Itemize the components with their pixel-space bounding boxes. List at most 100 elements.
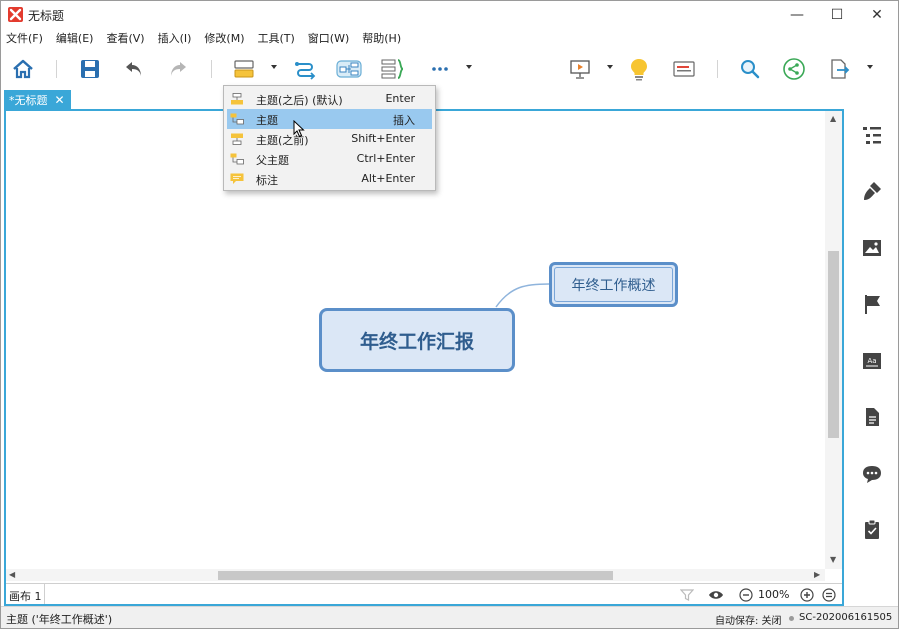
home-icon: [13, 59, 33, 79]
close-window-button[interactable]: ✕: [854, 1, 899, 28]
svg-text:Aa: Aa: [867, 357, 876, 365]
minimize-icon: —: [790, 6, 804, 23]
selection-status: 主题 ('年终工作概述'): [6, 613, 113, 626]
menu-item-shortcut: Shift+Enter: [351, 132, 415, 145]
menu-item-label: 父主题: [256, 154, 289, 167]
scroll-right-icon[interactable]: ▶: [814, 570, 820, 579]
marker-flag-icon[interactable]: [861, 293, 883, 315]
menu-item-topic-after[interactable]: 主题(之后) (默认) Enter: [227, 89, 432, 109]
gantt-button[interactable]: [669, 54, 699, 84]
vertical-scrollbar[interactable]: ▲ ▼: [825, 111, 842, 569]
summary-button[interactable]: [378, 54, 408, 84]
horizontal-scrollbar[interactable]: ◀ ▶: [6, 569, 825, 581]
horizontal-scroll-thumb[interactable]: [218, 571, 613, 580]
presentation-icon: [570, 60, 590, 79]
menu-item-parent-topic[interactable]: 父主题 Ctrl+Enter: [227, 149, 432, 169]
undo-button[interactable]: [119, 54, 149, 84]
home-button[interactable]: [8, 54, 38, 84]
central-topic[interactable]: 年终工作汇报: [319, 308, 515, 372]
presentation-button[interactable]: [565, 54, 595, 84]
tab-label: *无标题: [9, 94, 48, 107]
share-icon: [783, 58, 805, 80]
scroll-up-icon[interactable]: ▲: [830, 114, 836, 123]
right-sidebar: Aa: [847, 109, 898, 606]
note-document-icon[interactable]: [861, 406, 883, 428]
brainstorm-button[interactable]: [624, 54, 654, 84]
sheet-tab[interactable]: 画布 1: [9, 588, 42, 604]
filter-icon[interactable]: [680, 588, 694, 602]
menu-file[interactable]: 文件(F): [6, 30, 43, 46]
save-icon: [81, 60, 99, 78]
app-window: 无标题 — ☐ ✕ 文件(F) 编辑(E) 查看(V) 插入(I) 修改(M) …: [0, 0, 899, 629]
relationship-button[interactable]: [290, 54, 320, 84]
lightbulb-icon: [631, 59, 647, 81]
topic-after-icon: [231, 93, 243, 105]
zoom-level: 100%: [758, 588, 790, 601]
window-title: 无标题: [28, 9, 65, 23]
boundary-icon: [336, 60, 362, 78]
menu-view[interactable]: 查看(V): [106, 30, 144, 46]
task-clipboard-icon[interactable]: [861, 518, 883, 540]
save-button[interactable]: [75, 54, 105, 84]
autosave-status[interactable]: 自动保存: 关闭: [715, 612, 782, 627]
menu-insert[interactable]: 插入(I): [158, 30, 192, 46]
close-tab-icon[interactable]: ✕: [55, 93, 65, 107]
search-icon: [741, 60, 760, 79]
sticker-text-icon[interactable]: Aa: [861, 350, 883, 372]
search-button[interactable]: [735, 54, 765, 84]
toolbar: [1, 48, 898, 90]
zoom-out-icon[interactable]: [739, 588, 753, 602]
comment-icon[interactable]: [861, 463, 883, 485]
menu-item-topic[interactable]: 主题 插入: [227, 109, 432, 129]
outline-icon[interactable]: [861, 124, 883, 146]
undo-icon: [126, 62, 141, 76]
menu-item-shortcut: 插入: [393, 114, 415, 127]
boundary-button[interactable]: [334, 54, 364, 84]
callout-icon: [230, 173, 244, 184]
relationship-icon: [295, 62, 316, 80]
eye-icon[interactable]: [708, 589, 724, 601]
menu-bar: 文件(F) 编辑(E) 查看(V) 插入(I) 修改(M) 工具(T) 窗口(W…: [1, 28, 898, 48]
export-dropdown-icon[interactable]: [867, 65, 873, 69]
scroll-left-icon[interactable]: ◀: [9, 570, 15, 579]
export-button[interactable]: [824, 54, 854, 84]
title-bar: 无标题 — ☐ ✕: [1, 1, 898, 28]
topic-icon: [234, 60, 254, 78]
close-icon: ✕: [871, 6, 883, 23]
more-dropdown-icon[interactable]: [466, 65, 472, 69]
insert-topic-menu: 主题(之后) (默认) Enter 主题 插入 主题(之前) Shift+Ent…: [223, 85, 436, 191]
menu-item-topic-before[interactable]: 主题(之前) Shift+Enter: [227, 129, 432, 149]
maximize-icon: ☐: [830, 6, 844, 23]
zoom-in-icon[interactable]: [800, 588, 814, 602]
insert-topic-dropdown-icon[interactable]: [271, 65, 277, 69]
menu-tools[interactable]: 工具(T): [257, 30, 294, 46]
redo-button[interactable]: [163, 54, 193, 84]
gantt-icon: [673, 61, 695, 77]
menu-edit[interactable]: 编辑(E): [56, 30, 94, 46]
more-button[interactable]: [425, 54, 455, 84]
status-dot-icon: [789, 616, 794, 621]
menu-window[interactable]: 窗口(W): [308, 30, 349, 46]
subtopic-icon: [230, 113, 244, 125]
image-icon[interactable]: [861, 237, 883, 259]
share-button[interactable]: [779, 54, 809, 84]
export-icon: [831, 59, 850, 79]
status-bar: 主题 ('年终工作概述') 自动保存: 关闭 SC-202006161505: [1, 606, 898, 628]
insert-topic-button[interactable]: [229, 54, 259, 84]
menu-item-label: 标注: [256, 174, 278, 187]
vertical-scroll-thumb[interactable]: [828, 251, 839, 438]
xmind-logo-icon: [8, 7, 23, 22]
canvas-status-bar: 画布 1 100%: [6, 583, 842, 604]
tab-untitled[interactable]: *无标题 ✕: [4, 90, 71, 110]
parent-topic-icon: [230, 153, 244, 165]
format-brush-icon[interactable]: [861, 180, 883, 202]
menu-item-callout[interactable]: 标注 Alt+Enter: [227, 169, 432, 189]
machine-name: SC-202006161505: [799, 612, 893, 623]
scroll-down-icon[interactable]: ▼: [830, 555, 836, 564]
more-icon: [432, 67, 448, 71]
menu-help[interactable]: 帮助(H): [362, 30, 401, 46]
menu-modify[interactable]: 修改(M): [204, 30, 244, 46]
presentation-dropdown-icon[interactable]: [607, 65, 613, 69]
sub-topic[interactable]: 年终工作概述: [549, 262, 678, 307]
fit-map-icon[interactable]: [822, 588, 836, 602]
